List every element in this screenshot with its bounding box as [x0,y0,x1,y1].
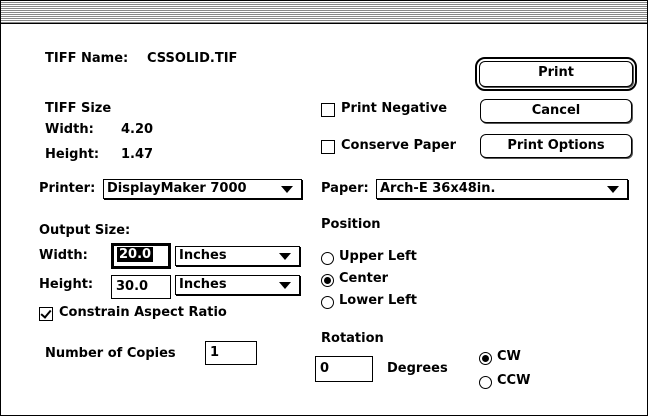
print-options-button[interactable]: Print Options [480,134,632,158]
tiff-height-label: Height: [45,147,100,162]
ccw-label[interactable]: CCW [497,373,530,389]
tiff-name-value: CSSOLID.TIF [147,51,238,66]
output-height-value: 30.0 [116,279,149,294]
center-label[interactable]: Center [339,271,388,287]
cancel-button[interactable]: Cancel [480,99,632,123]
output-width-field[interactable]: 20.0 [111,243,171,269]
rotation-value: 0 [320,361,330,376]
paper-popup[interactable]: Arch-E 36x48in. [376,179,628,199]
title-bar[interactable] [1,1,647,24]
chevron-down-icon [279,282,291,289]
print-negative-label[interactable]: Print Negative [341,101,447,117]
copies-value: 1 [210,345,220,360]
print-dialog: TIFF Name: CSSOLID.TIF TIFF Size Width: … [0,0,648,416]
width-unit-value: Inches [179,248,227,263]
output-height-label: Height: [39,277,94,292]
degrees-label: Degrees [387,361,448,376]
paper-label: Paper: [321,181,369,196]
upper-left-radio[interactable] [321,252,334,265]
output-width-label: Width: [39,248,88,263]
rotation-label: Rotation [321,331,384,346]
ccw-radio[interactable] [479,376,492,389]
cw-label[interactable]: CW [497,349,521,365]
rotation-field[interactable]: 0 [315,356,373,382]
print-negative-checkbox[interactable] [321,103,335,117]
conserve-paper-label[interactable]: Conserve Paper [341,138,456,154]
center-radio[interactable] [321,274,334,287]
tiff-height-value: 1.47 [121,147,154,162]
position-label: Position [321,217,381,232]
height-unit-value: Inches [179,277,227,292]
tiff-name-label: TIFF Name: [45,51,129,66]
lower-left-label[interactable]: Lower Left [339,293,417,309]
tiff-size-label: TIFF Size [45,101,112,116]
tiff-width-label: Width: [45,122,94,137]
chevron-down-icon [281,186,293,193]
chevron-down-icon [279,253,291,260]
printer-value: DisplayMaker 7000 [107,181,247,196]
conserve-paper-checkbox[interactable] [321,140,335,154]
chevron-down-icon [607,186,619,193]
output-size-label: Output Size: [39,223,131,238]
printer-popup[interactable]: DisplayMaker 7000 [103,179,302,199]
paper-value: Arch-E 36x48in. [380,181,496,196]
tiff-width-value: 4.20 [121,122,154,137]
upper-left-label[interactable]: Upper Left [339,249,417,265]
lower-left-radio[interactable] [321,296,334,309]
print-button[interactable]: Print [475,57,637,91]
width-unit-popup[interactable]: Inches [175,246,300,266]
output-width-value: 20.0 [117,247,154,262]
output-height-field[interactable]: 30.0 [111,275,171,299]
copies-label: Number of Copies [45,346,176,361]
constrain-label[interactable]: Constrain Aspect Ratio [59,305,227,321]
height-unit-popup[interactable]: Inches [175,275,300,295]
copies-field[interactable]: 1 [205,341,257,365]
constrain-checkbox[interactable] [39,307,53,321]
cw-radio[interactable] [479,352,492,365]
printer-label: Printer: [39,181,96,196]
